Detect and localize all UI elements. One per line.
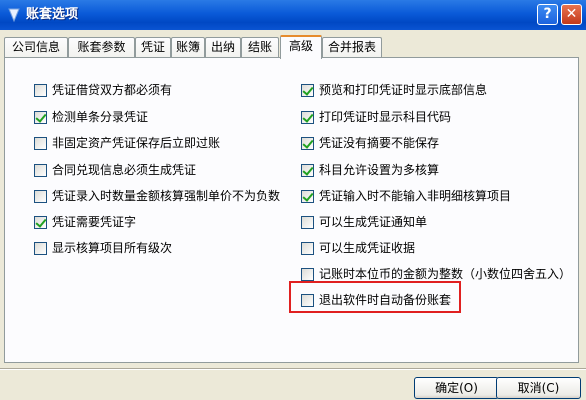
window-title: 账套选项 <box>26 7 79 22</box>
checkbox[interactable] <box>34 164 47 177</box>
option-label: 可以生成凭证收据 <box>319 241 416 255</box>
advanced-options-panel: 凭证借贷双方都必须有 检测单条分录凭证 非固定资产凭证保存后立即过账 合同兑现信… <box>4 57 579 363</box>
option-label: 记账时本位币的金额为整数（小数位四舍五入） <box>319 267 572 281</box>
option-label: 合同兑现信息必须生成凭证 <box>52 163 197 177</box>
checkbox[interactable] <box>301 294 314 307</box>
checkbox[interactable] <box>301 164 314 177</box>
option-label: 非固定资产凭证保存后立即过账 <box>52 136 221 150</box>
checkbox[interactable] <box>34 242 47 255</box>
checkbox[interactable] <box>301 137 314 150</box>
checkbox[interactable] <box>34 111 47 124</box>
option-label: 凭证需要凭证字 <box>52 215 137 229</box>
checkbox[interactable] <box>34 84 47 97</box>
title-bar: 账套选项 ? ✕ <box>0 0 586 30</box>
checkbox[interactable] <box>34 137 47 150</box>
close-button[interactable]: ✕ <box>561 4 582 25</box>
tab-cashier[interactable]: 出纳 <box>205 37 241 58</box>
tab-closing[interactable]: 结账 <box>241 37 279 58</box>
option-label: 打印凭证时显示科目代码 <box>319 110 452 124</box>
ok-button[interactable]: 确定(O) <box>414 377 499 399</box>
divider <box>0 368 586 370</box>
option-label: 退出软件时自动备份账套 <box>319 293 452 307</box>
checkbox[interactable] <box>301 111 314 124</box>
checkbox[interactable] <box>34 190 47 203</box>
option-label: 检测单条分录凭证 <box>52 110 149 124</box>
option-label: 显示核算项目所有级次 <box>52 241 173 255</box>
option-label: 凭证借贷双方都必须有 <box>52 83 173 97</box>
tab-voucher[interactable]: 凭证 <box>135 37 171 58</box>
option-label: 凭证输入时不能输入非明细核算项目 <box>319 189 512 203</box>
option-label: 凭证录入时数量金额核算强制单价不为负数 <box>52 189 281 203</box>
app-icon <box>8 8 20 23</box>
checkbox[interactable] <box>301 268 314 281</box>
checkbox[interactable] <box>301 190 314 203</box>
checkbox[interactable] <box>34 216 47 229</box>
cancel-button[interactable]: 取消(C) <box>496 377 581 399</box>
option-label: 科目允许设置为多核算 <box>319 163 440 177</box>
checkbox[interactable] <box>301 216 314 229</box>
tab-ledger[interactable]: 账簿 <box>171 37 205 58</box>
option-label: 预览和打印凭证时显示底部信息 <box>319 83 488 97</box>
checkbox[interactable] <box>301 84 314 97</box>
tab-consolidated-report[interactable]: 合并报表 <box>322 37 382 58</box>
option-label: 可以生成凭证通知单 <box>319 215 428 229</box>
checkbox[interactable] <box>301 242 314 255</box>
tab-account-params[interactable]: 账套参数 <box>68 37 135 58</box>
help-button[interactable]: ? <box>537 4 558 25</box>
tab-company-info[interactable]: 公司信息 <box>4 37 68 58</box>
option-label: 凭证没有摘要不能保存 <box>319 136 440 150</box>
tab-advanced[interactable]: 高级 <box>280 35 322 59</box>
